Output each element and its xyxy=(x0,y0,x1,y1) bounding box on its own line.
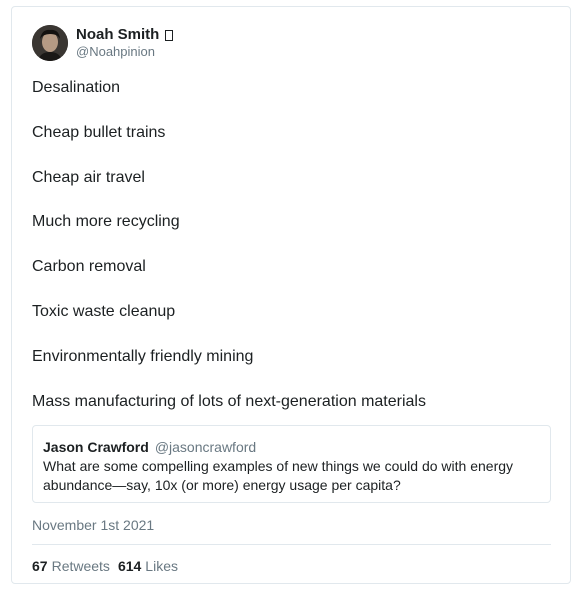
likes-label: Likes xyxy=(145,558,178,574)
tweet-line: Mass manufacturing of lots of next-gener… xyxy=(32,392,426,410)
tweet-date[interactable]: November 1st 2021 xyxy=(32,516,154,534)
retweets-label: Retweets xyxy=(51,558,110,574)
tweet-line: Much more recycling xyxy=(32,213,180,231)
display-name-row: Noah Smith xyxy=(76,26,174,44)
quoted-tweet-text: What are some compelling examples of new… xyxy=(43,458,514,493)
likes-stat[interactable]: 614 Likes xyxy=(118,557,178,575)
tweet-header: Noah Smith @Noahpinion xyxy=(32,25,174,61)
tweet-line: Desalination xyxy=(32,79,121,96)
quoted-author-handle: @jasoncrawford xyxy=(154,439,257,455)
user-avatar-photo-icon xyxy=(32,25,68,61)
tweet-line: Environmentally friendly mining xyxy=(32,347,254,365)
missing-glyph-icon xyxy=(165,29,174,41)
quoted-tweet[interactable]: Jason Crawford @jasoncrawford What are so… xyxy=(32,425,551,503)
author-display-name[interactable]: Noah Smith xyxy=(76,26,159,44)
retweets-stat[interactable]: 67 Retweets xyxy=(32,557,110,575)
likes-count: 614 xyxy=(117,558,142,574)
retweets-count: 67 xyxy=(32,558,48,574)
tweet-text: Desalination Cheap bullet trains Cheap a… xyxy=(32,78,552,436)
tweet-card: Noah Smith @Noahpinion Desalination Chea… xyxy=(11,6,571,584)
avatar[interactable] xyxy=(32,25,68,61)
tweet-line: Cheap air travel xyxy=(32,168,145,186)
tweet-line: Toxic waste cleanup xyxy=(32,302,176,320)
quoted-author-name: Jason Crawford xyxy=(43,439,149,455)
tweet-line: Cheap bullet trains xyxy=(32,123,166,141)
quoted-tweet-header: Jason Crawford @jasoncrawford xyxy=(43,438,540,456)
tweet-stats: 67 Retweets 614 Likes xyxy=(32,557,178,575)
divider xyxy=(32,544,551,545)
author-handle[interactable]: @Noahpinion xyxy=(76,44,173,60)
author-names: Noah Smith @Noahpinion xyxy=(76,26,174,60)
tweet-line: Carbon removal xyxy=(32,258,146,276)
